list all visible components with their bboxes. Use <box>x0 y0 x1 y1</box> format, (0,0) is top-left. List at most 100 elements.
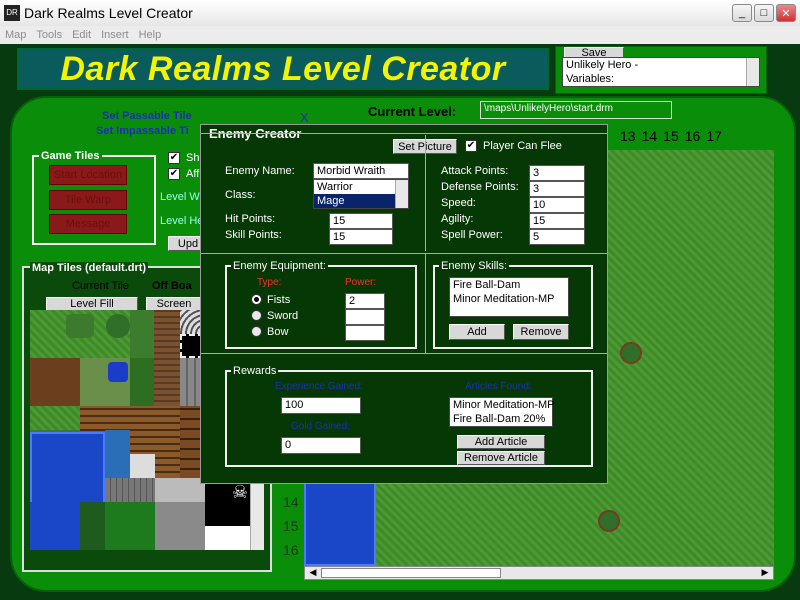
close-button[interactable]: ✕ <box>776 4 796 22</box>
experience-input[interactable]: 100 <box>281 397 361 414</box>
tile-void[interactable] <box>205 478 230 526</box>
class-listbox[interactable]: Warrior Mage <box>313 179 409 209</box>
attack-points-input[interactable]: 3 <box>529 165 585 181</box>
spell-power-label: Spell Power: <box>441 229 503 241</box>
tile-marble[interactable] <box>130 454 155 478</box>
tile-forest[interactable] <box>105 502 155 550</box>
skills-list[interactable]: Fire Ball-Dam Minor Meditation-MP <box>449 277 569 317</box>
gold-input[interactable]: 0 <box>281 437 361 454</box>
tile-pine[interactable] <box>80 502 105 550</box>
tile-brick[interactable] <box>155 478 205 502</box>
maximize-button[interactable]: □ <box>754 4 774 22</box>
scroll-left-icon[interactable]: ◀ <box>307 567 319 579</box>
hit-points-input[interactable]: 15 <box>329 213 393 229</box>
level-width-label: Level W <box>160 191 200 203</box>
menu-bar: Map Tools Edit Insert Help <box>0 26 800 44</box>
divider <box>201 353 607 354</box>
articles-list[interactable]: Minor Meditation-MP Fire Ball-Dam 20% <box>449 397 554 427</box>
hit-points-label: Hit Points: <box>225 213 276 225</box>
article-item[interactable]: Minor Meditation-MP <box>450 398 554 412</box>
tile-grass-2[interactable] <box>130 310 154 358</box>
tile-water-edge[interactable] <box>105 430 130 478</box>
menu-insert[interactable]: Insert <box>101 29 129 41</box>
show-label: Sh <box>186 152 200 164</box>
app-banner: Dark Realms Level Creator <box>17 48 549 90</box>
divider <box>425 135 426 251</box>
map-water <box>304 480 376 566</box>
fists-radio[interactable] <box>251 294 262 305</box>
class-option-selected[interactable]: Mage <box>314 194 408 208</box>
scroll-right-icon[interactable]: ▶ <box>759 567 771 579</box>
defense-points-label: Defense Points: <box>441 181 519 193</box>
aff-checkbox[interactable]: ✔ <box>168 168 180 180</box>
tile-stone[interactable] <box>105 478 155 502</box>
remove-skill-button[interactable]: Remove <box>513 324 569 340</box>
variables-list[interactable]: Unlikely Hero - Variables: <box>562 57 760 87</box>
add-skill-button[interactable]: Add <box>449 324 505 340</box>
tile-dirt[interactable] <box>30 358 80 406</box>
tile-water[interactable] <box>30 432 105 504</box>
agility-label: Agility: <box>441 213 474 225</box>
tile-pond[interactable] <box>108 362 128 382</box>
attack-points-label: Attack Points: <box>441 165 509 177</box>
skill-points-input[interactable]: 15 <box>329 229 393 245</box>
title-bar[interactable]: DR Dark Realms Level Creator _ □ ✕ <box>0 0 800 26</box>
enemy-name-input[interactable]: Morbid Wraith <box>313 163 409 179</box>
tile-tree[interactable] <box>106 314 130 338</box>
app-icon: DR <box>4 5 20 21</box>
column-number: 14 <box>641 128 658 144</box>
current-level-field: \maps\UnlikelyHero\start.drm <box>480 101 672 119</box>
defense-points-input[interactable]: 3 <box>529 181 585 197</box>
show-checkbox[interactable]: ✔ <box>168 152 180 164</box>
level-fill-button[interactable]: Level Fill <box>46 297 138 311</box>
list-item[interactable]: Unlikely Hero - <box>563 58 759 72</box>
screen-button[interactable]: Screen <box>146 297 202 311</box>
skeleton-icon[interactable]: ☠ <box>230 482 250 526</box>
row-number: 16 <box>283 542 299 558</box>
speed-input[interactable]: 10 <box>529 197 585 213</box>
tile-wood[interactable] <box>154 310 180 406</box>
skill-item[interactable]: Fire Ball-Dam <box>450 278 568 292</box>
scroll-thumb[interactable] <box>321 568 501 578</box>
experience-label: Experience Gained: <box>275 381 363 392</box>
column-number: 17 <box>706 128 722 144</box>
sword-radio[interactable] <box>251 310 262 321</box>
class-label: Class: <box>225 189 256 201</box>
tile-rock[interactable] <box>155 502 205 550</box>
bow-power-input[interactable] <box>345 325 385 341</box>
menu-edit[interactable]: Edit <box>72 29 91 41</box>
class-scrollbar[interactable] <box>395 180 408 208</box>
add-article-button[interactable]: Add Article <box>457 435 545 449</box>
level-height-label: Level He <box>160 215 204 227</box>
menu-map[interactable]: Map <box>5 29 26 41</box>
power-label: Power: <box>345 277 377 288</box>
bow-radio[interactable] <box>251 326 262 337</box>
set-passable-link[interactable]: Set Passable Tile <box>102 110 192 122</box>
equipment-title: Enemy Equipment: <box>231 260 328 272</box>
minimize-button[interactable]: _ <box>732 4 752 22</box>
class-option[interactable]: Warrior <box>314 180 408 194</box>
tile-warp-button[interactable]: Tile Warp <box>49 190 127 210</box>
map-hscrollbar[interactable]: ◀ ▶ <box>304 566 774 580</box>
fists-power-input[interactable]: 2 <box>345 293 385 309</box>
divider <box>201 253 607 254</box>
message-button[interactable]: Message <box>49 214 127 234</box>
list-scrollbar[interactable] <box>746 58 759 86</box>
column-number: 16 <box>684 128 701 144</box>
list-item[interactable]: Variables: <box>563 72 759 86</box>
skill-item[interactable]: Minor Meditation-MP <box>450 292 568 306</box>
spell-power-input[interactable]: 5 <box>529 229 585 245</box>
tile-deep-water[interactable] <box>30 502 80 550</box>
start-location-button[interactable]: Start Location <box>49 165 127 185</box>
sword-power-input[interactable] <box>345 309 385 325</box>
row-number: 14 <box>283 494 299 510</box>
tile-bush[interactable] <box>66 314 94 338</box>
set-impassable-link[interactable]: Set Impassable Ti <box>96 125 189 137</box>
type-label: Type: <box>257 277 282 288</box>
agility-input[interactable]: 15 <box>529 213 585 229</box>
tile-grass-3[interactable] <box>130 358 154 406</box>
article-item[interactable]: Fire Ball-Dam 20% <box>450 412 552 426</box>
menu-help[interactable]: Help <box>139 29 162 41</box>
remove-article-button[interactable]: Remove Article <box>457 451 545 465</box>
menu-tools[interactable]: Tools <box>36 29 62 41</box>
